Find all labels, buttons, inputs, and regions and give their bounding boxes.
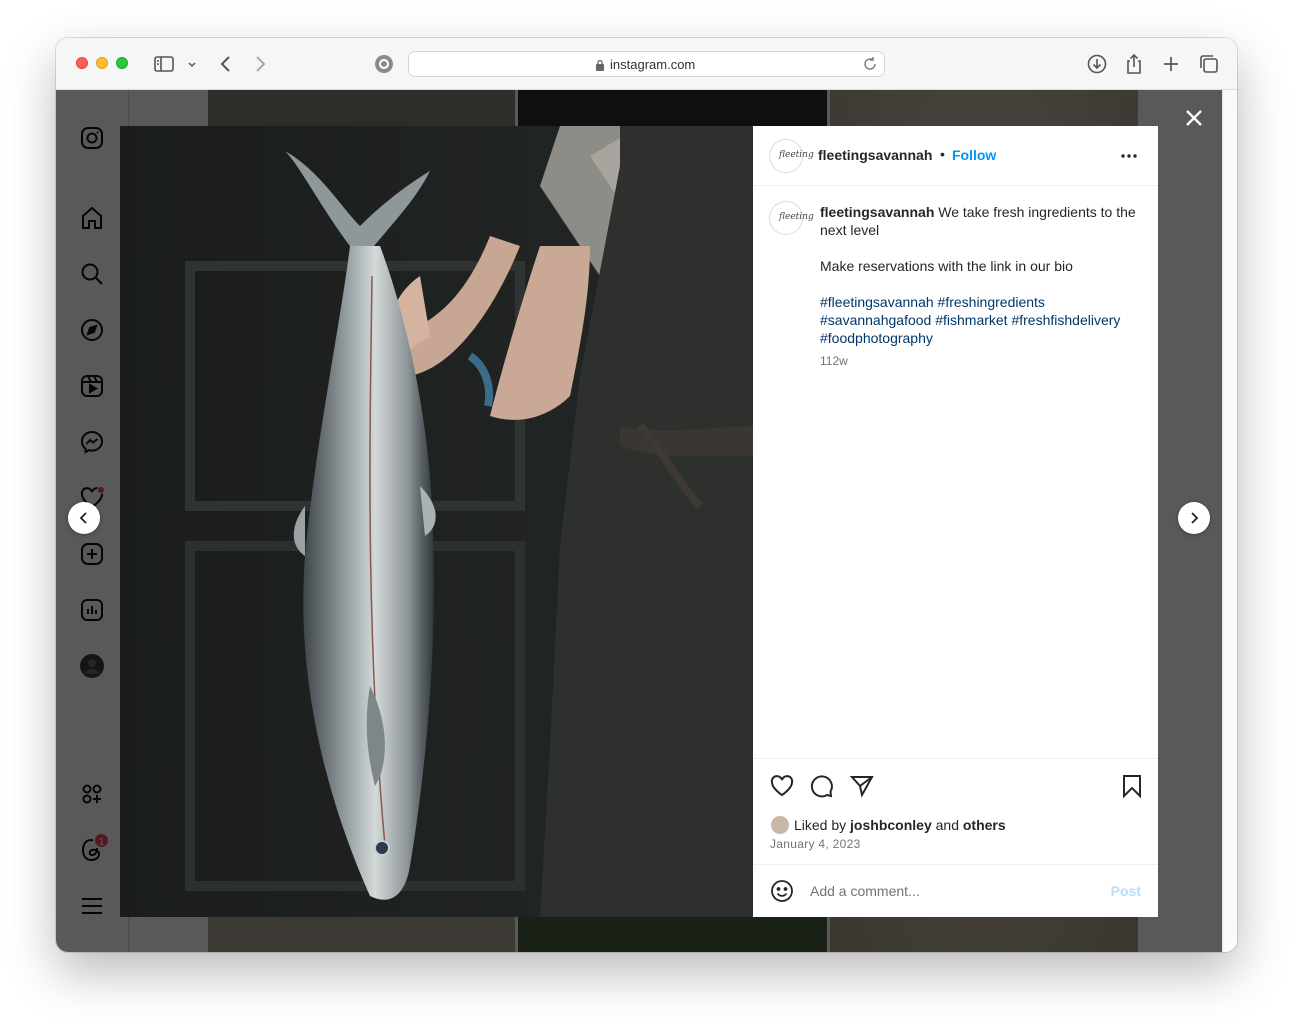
tabs-icon[interactable]: [1197, 52, 1221, 76]
emoji-icon[interactable]: [770, 879, 794, 903]
avatar[interactable]: fleeting: [769, 139, 814, 173]
liker-avatar[interactable]: [770, 815, 790, 835]
post-header: fleeting fleetingsavannah • Follow: [753, 126, 1158, 186]
site-icon[interactable]: [374, 54, 394, 74]
previous-post-button[interactable]: [68, 502, 100, 534]
comment-input[interactable]: Add a comment...: [810, 883, 920, 899]
lock-icon: [595, 58, 605, 71]
back-icon[interactable]: [214, 52, 238, 76]
zoom-window-button[interactable]: [116, 57, 128, 69]
separator-dot: •: [940, 146, 945, 162]
post-date[interactable]: January 4, 2023: [770, 837, 861, 851]
sidebar-icon[interactable]: [152, 52, 176, 76]
avatar-signature: fleeting: [779, 212, 814, 222]
post-comment-button[interactable]: Post: [1111, 883, 1141, 899]
liked-by-and: and: [935, 817, 959, 833]
post-image[interactable]: [120, 126, 753, 917]
more-options-icon[interactable]: [1119, 146, 1139, 166]
browser-toolbar: instagram.com: [56, 38, 1237, 90]
caption-username[interactable]: fleetingsavannah: [820, 204, 934, 220]
post-details-panel: fleeting fleetingsavannah • Follow fleet…: [753, 126, 1158, 917]
close-icon[interactable]: [1182, 106, 1206, 130]
follow-button[interactable]: Follow: [952, 147, 996, 163]
caption-line: Make reservations with the link in our b…: [820, 258, 1073, 274]
avatar-signature: fleeting: [779, 150, 814, 160]
plus-icon[interactable]: [1159, 52, 1183, 76]
minimize-window-button[interactable]: [96, 57, 108, 69]
next-post-button[interactable]: [1178, 502, 1210, 534]
browser-window: instagram.com fleeting fleetingsavannah …: [56, 38, 1237, 952]
liked-by-prefix: Liked by: [794, 817, 847, 833]
share-post-icon[interactable]: [849, 773, 875, 799]
post-author-username[interactable]: fleetingsavannah: [818, 147, 932, 163]
reload-icon[interactable]: [862, 56, 878, 72]
post-modal: fleeting fleetingsavannah • Follow fleet…: [120, 126, 1158, 917]
address-bar[interactable]: instagram.com: [408, 51, 885, 77]
chevron-right-icon: [1191, 512, 1199, 524]
post-actions: Liked by joshbconley and others January …: [753, 758, 1158, 864]
post-age[interactable]: 112w: [820, 352, 1138, 370]
page-content: 1: [56, 90, 1237, 952]
save-icon[interactable]: [1119, 773, 1145, 799]
chevron-left-icon: [79, 512, 87, 524]
chevron-down-icon[interactable]: [184, 52, 200, 76]
liked-by-user[interactable]: joshbconley: [850, 817, 932, 833]
download-icon[interactable]: [1085, 52, 1109, 76]
liked-by-others[interactable]: others: [963, 817, 1006, 833]
forward-icon[interactable]: [248, 52, 272, 76]
url-text: instagram.com: [610, 57, 696, 72]
page-scrollbar[interactable]: [1222, 90, 1237, 952]
comment-icon[interactable]: [809, 773, 835, 799]
hashtags[interactable]: #fleetingsavannah #freshingredients #sav…: [820, 293, 1138, 347]
caption-avatar[interactable]: fleeting: [769, 201, 814, 235]
post-caption: fleetingsavannah We take fresh ingredien…: [820, 203, 1138, 370]
like-icon[interactable]: [769, 773, 795, 799]
close-window-button[interactable]: [76, 57, 88, 69]
comment-box: Add a comment... Post: [753, 864, 1158, 917]
share-icon[interactable]: [1122, 52, 1146, 76]
likes-summary: Liked by joshbconley and others: [770, 815, 1006, 835]
